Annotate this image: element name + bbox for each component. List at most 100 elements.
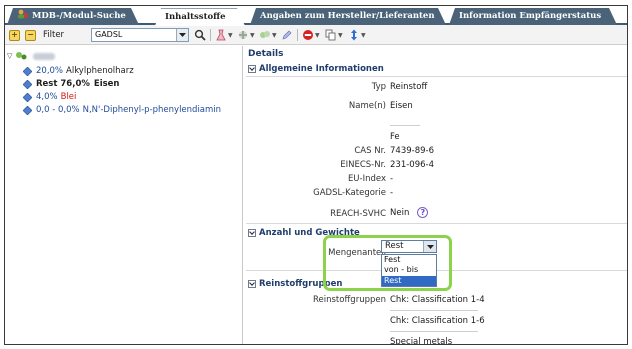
eu-index-value: -	[390, 174, 394, 184]
delete-icon	[303, 30, 313, 40]
tree-item[interactable]: 0,0 - 0,0% N,N'-Diphenyl-p-phenylendiami…	[23, 104, 221, 116]
add-material-button[interactable]: ▼	[259, 28, 277, 42]
tree-item-name: Eisen	[93, 79, 120, 89]
flask-icon	[216, 29, 226, 41]
dropdown-arrow-icon: ▼	[272, 31, 277, 39]
section-general-header[interactable]: Allgemeine Informationen	[248, 63, 384, 75]
add-substance-icon	[239, 31, 247, 39]
collapse-all-button[interactable]: −	[25, 28, 36, 42]
dropdown-arrow-icon: ▼	[315, 31, 320, 39]
option-rest[interactable]: Rest	[382, 275, 436, 286]
dropdown-arrow-icon: ▼	[228, 31, 233, 39]
edit-button[interactable]	[281, 28, 293, 42]
group-value: Special metals	[390, 337, 453, 345]
gadsl-value: -	[390, 188, 394, 198]
filter-label-text: Filter	[43, 30, 65, 40]
toolbar-separator	[297, 29, 298, 41]
collapse-section-icon[interactable]	[248, 65, 256, 73]
expand-icon: +	[9, 29, 20, 41]
tab-mdb-modul-suche[interactable]: MDB-/Modul-Suche	[7, 8, 139, 25]
name-label: Name(n)	[348, 101, 386, 111]
mengenanteil-select[interactable]: Rest	[381, 240, 437, 253]
reinstoffgruppen-label: Reinstoffgruppen	[312, 295, 386, 305]
tree-item-percent: 20,0%	[36, 66, 64, 76]
substance-diamond-icon	[23, 66, 32, 76]
group-value: Chk: Classification 1-6	[390, 316, 485, 326]
group-underline	[390, 331, 478, 332]
section-divider	[246, 76, 627, 77]
add-material-icon	[260, 31, 270, 38]
toolbar: + − Filter GADSL ▼ ▼ ▼ ▼ ▼ ▼	[5, 25, 627, 45]
tree-item-name: Alkylphenolharz	[66, 66, 134, 76]
search-button[interactable]	[194, 28, 206, 42]
redacted-name	[33, 52, 56, 60]
substance-diamond-icon	[23, 79, 32, 89]
help-icon[interactable]: ?	[417, 207, 429, 218]
einecs-value: 231-096-4	[390, 160, 434, 170]
typ-value: Reinstoff	[390, 82, 428, 92]
cas-label: CAS Nr.	[354, 146, 386, 156]
user-module-icon	[17, 9, 28, 19]
tree-item-percent: 0,0 - 0,0%	[36, 105, 80, 115]
filter-label: Filter	[43, 28, 64, 42]
mengenanteil-select-value: Rest	[385, 241, 404, 251]
reach-label: REACH-SVHC	[330, 209, 386, 219]
gadsl-label: GADSL-Kategorie	[313, 188, 386, 198]
eu-index-label: EU-Index	[347, 174, 386, 184]
reach-value: Nein	[390, 207, 410, 218]
expand-all-button[interactable]: +	[9, 28, 20, 42]
delete-button[interactable]: ▼	[302, 28, 320, 42]
filter-select[interactable]: GADSL	[91, 28, 189, 42]
typ-label: Typ	[371, 82, 386, 92]
dropdown-arrow-icon: ▼	[338, 31, 343, 39]
tree-item[interactable]: 4,0% Blei	[23, 91, 76, 103]
option-von-bis[interactable]: von - bis	[382, 265, 436, 275]
tree-item-percent: Rest 76,0%	[36, 79, 90, 89]
search-icon	[194, 29, 206, 41]
move-icon	[351, 29, 357, 41]
cas-value: 7439-89-6	[390, 146, 434, 156]
einecs-label: EINECS-Nr.	[340, 160, 386, 170]
flask-button[interactable]: ▼	[215, 28, 233, 42]
tab-label: MDB-/Modul-Suche	[32, 11, 126, 21]
option-fest[interactable]: Fest	[382, 255, 436, 265]
dropdown-arrow-icon: ▼	[250, 31, 255, 39]
collapse-section-icon[interactable]	[248, 229, 256, 237]
symbol-value: Fe	[390, 132, 400, 142]
tree-root-icon	[16, 52, 27, 60]
app-window: MDB-/Modul-Suche Inhaltsstoffe Angaben z…	[4, 5, 628, 345]
add-substance-button[interactable]: ▼	[237, 28, 255, 42]
edit-icon	[282, 30, 292, 40]
tree-item[interactable]: 20,0% Alkylphenolharz	[23, 65, 134, 77]
tree-item[interactable]: Rest 76,0% Eisen	[23, 78, 120, 90]
group-underline	[390, 310, 478, 311]
tab-information-empfaengerstatus[interactable]: Information Empfängerstatus	[449, 8, 617, 25]
tab-inhaltsstoffe[interactable]: Inhaltsstoffe	[155, 8, 245, 26]
details-title: Details	[248, 49, 284, 59]
tab-label: Information Empfängerstatus	[459, 11, 602, 21]
filter-select-value: GADSL	[95, 30, 123, 39]
section-title: Allgemeine Informationen	[259, 64, 384, 74]
group-value: Chk: Classification 1-4	[390, 295, 485, 305]
chevron-down-icon[interactable]: ▽	[7, 50, 12, 62]
section-divider	[246, 223, 627, 224]
reach-value-group: Nein ?	[390, 207, 429, 218]
tab-bar: MDB-/Modul-Suche Inhaltsstoffe Angaben z…	[5, 6, 627, 25]
tree-item-name: N,N'-Diphenyl-p-phenylendiamin	[82, 105, 222, 115]
mengenanteil-options: Fest von - bis Rest	[381, 254, 437, 287]
tab-angaben-hersteller[interactable]: Angaben zum Hersteller/Lieferanten	[250, 8, 446, 25]
substance-diamond-icon	[23, 92, 32, 102]
chevron-down-icon[interactable]	[176, 29, 188, 41]
tree-item-percent: 4,0%	[36, 92, 58, 102]
collapse-icon: −	[25, 29, 36, 41]
collapse-section-icon[interactable]	[248, 280, 256, 288]
ingredients-tree: ▽ 20,0% Alkylphenolharz Rest 76,0% Eisen…	[5, 46, 243, 344]
substance-diamond-icon	[23, 105, 32, 115]
tree-item-name: Blei	[60, 92, 77, 102]
tree-root[interactable]: ▽	[7, 50, 56, 62]
tab-label: Angaben zum Hersteller/Lieferanten	[260, 11, 435, 21]
move-button[interactable]: ▼	[348, 28, 366, 42]
copy-button[interactable]: ▼	[325, 28, 343, 42]
name-value: Eisen	[390, 101, 413, 111]
chevron-down-icon[interactable]	[423, 241, 436, 252]
